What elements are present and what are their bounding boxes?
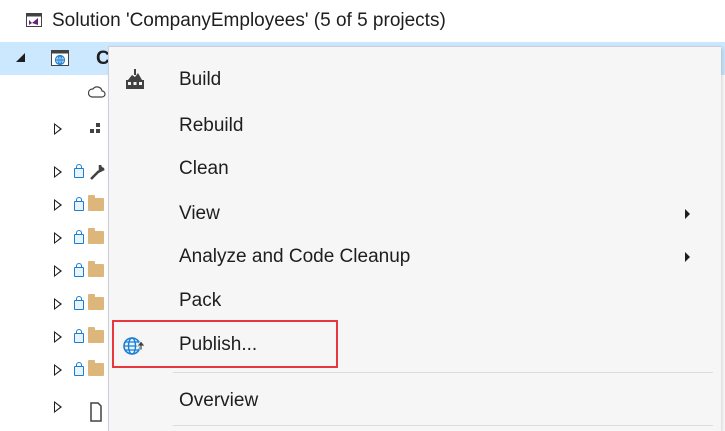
- menu-item-overview[interactable]: Overview: [109, 380, 721, 424]
- tree-item-connected-services[interactable]: [0, 80, 120, 108]
- menu-item-label: Overview: [179, 390, 259, 411]
- menu-item-build[interactable]: Build: [109, 59, 721, 103]
- folder-icon: [88, 261, 104, 277]
- tree-item-folder[interactable]: [0, 325, 120, 353]
- menu-item-rebuild[interactable]: Rebuild: [109, 105, 721, 149]
- solution-node[interactable]: Solution 'CompanyEmployees' (5 of 5 proj…: [0, 5, 725, 35]
- lock-icon: [74, 263, 84, 277]
- menu-item-label: Build: [179, 69, 222, 90]
- context-menu: Build Rebuild Clean View Analyze and Cod…: [108, 46, 721, 431]
- expand-collapse-icon[interactable]: [16, 53, 25, 62]
- tree-item-folder[interactable]: [0, 358, 120, 386]
- tree-item-folder[interactable]: [0, 226, 120, 254]
- lock-icon: [74, 230, 84, 244]
- solution-label: Solution 'CompanyEmployees' (5 of 5 proj…: [52, 10, 446, 31]
- menu-item-analyze-and-code-cleanup[interactable]: Analyze and Code Cleanup: [109, 236, 721, 280]
- folder-icon: [88, 228, 104, 244]
- tree-item-folder[interactable]: [0, 193, 120, 221]
- menu-item-label: Pack: [179, 290, 222, 311]
- folder-icon: [88, 195, 104, 211]
- tree-item-folder[interactable]: [0, 292, 120, 320]
- expand-icon[interactable]: [54, 364, 62, 376]
- lock-icon: [74, 362, 84, 376]
- lock-icon: [74, 329, 84, 343]
- menu-item-label: Rebuild: [179, 115, 244, 136]
- web-project-icon: [51, 50, 69, 66]
- expand-icon[interactable]: [54, 123, 62, 135]
- menu-item-view[interactable]: View: [109, 193, 721, 237]
- publish-highlight-box: [112, 320, 338, 368]
- expand-icon[interactable]: [54, 401, 62, 413]
- expand-icon[interactable]: [54, 166, 62, 178]
- wrench-icon: [90, 164, 105, 180]
- tree-item-dependencies[interactable]: [0, 117, 120, 145]
- expand-icon[interactable]: [54, 331, 62, 343]
- menu-separator: [173, 372, 713, 373]
- menu-separator: [173, 425, 713, 426]
- expand-icon[interactable]: [54, 265, 62, 277]
- build-icon: [126, 69, 144, 89]
- dependencies-icon: [90, 123, 100, 133]
- tree-item-file[interactable]: [0, 395, 120, 423]
- folder-icon: [88, 294, 104, 310]
- menu-item-clean[interactable]: Clean: [109, 148, 721, 192]
- submenu-arrow-icon: [685, 209, 690, 219]
- menu-item-label: Analyze and Code Cleanup: [179, 246, 411, 267]
- menu-item-label: Clean: [179, 158, 229, 179]
- expand-icon[interactable]: [54, 232, 62, 244]
- lock-icon: [74, 197, 84, 211]
- file-icon: [90, 402, 102, 422]
- lock-icon: [74, 164, 84, 178]
- tree-item-properties[interactable]: [0, 160, 120, 188]
- expand-icon[interactable]: [54, 298, 62, 310]
- solution-icon: [26, 13, 42, 27]
- menu-item-pack[interactable]: Pack: [109, 280, 721, 324]
- folder-icon: [88, 360, 104, 376]
- submenu-arrow-icon: [685, 252, 690, 262]
- folder-icon: [88, 327, 104, 343]
- tree-item-folder[interactable]: [0, 259, 120, 287]
- expand-icon[interactable]: [54, 199, 62, 211]
- lock-icon: [74, 296, 84, 310]
- cloud-icon: [88, 86, 106, 98]
- menu-item-label: View: [179, 203, 220, 224]
